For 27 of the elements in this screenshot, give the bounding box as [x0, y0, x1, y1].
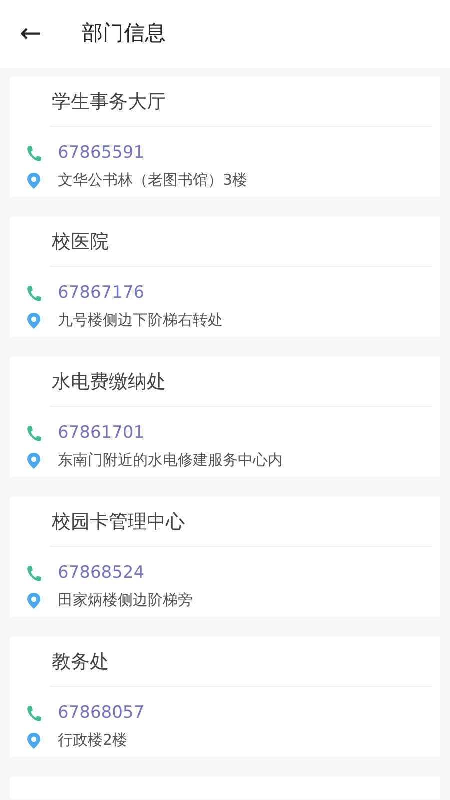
location-pin-icon [26, 592, 42, 610]
phone-icon [26, 564, 42, 582]
phone-icon [26, 704, 42, 722]
back-button[interactable]: ← [0, 21, 82, 47]
department-name: 校园卡管理中心 [52, 510, 186, 535]
location-pin-icon [26, 452, 42, 470]
location-pin-icon [26, 732, 42, 750]
phone-link[interactable]: 67868057 [58, 700, 145, 726]
phone-icon [26, 284, 42, 302]
location-pin-icon [26, 172, 42, 190]
page-title: 部门信息 [82, 20, 166, 48]
address-text: 田家炳楼侧边阶梯旁 [58, 590, 193, 612]
address-text: 东南门附近的水电修建服务中心内 [58, 450, 283, 472]
department-name: 教务处 [52, 650, 110, 675]
phone-icon [26, 424, 42, 442]
department-name: 校医院 [52, 230, 110, 255]
phone-link[interactable]: 67867176 [58, 280, 145, 306]
location-pin-icon [26, 312, 42, 330]
phone-link[interactable]: 67868524 [58, 560, 145, 586]
address-text: 行政楼2楼 [58, 730, 128, 752]
address-text: 文华公书林（老图书馆）3楼 [58, 170, 248, 192]
phone-link[interactable]: 67865591 [58, 140, 145, 166]
department-name: 学生事务大厅 [52, 90, 167, 115]
phone-icon [26, 144, 42, 162]
address-text: 九号楼侧边下阶梯右转处 [58, 310, 223, 332]
department-name: 水电费缴纳处 [52, 370, 167, 395]
phone-link[interactable]: 67861701 [58, 420, 145, 446]
